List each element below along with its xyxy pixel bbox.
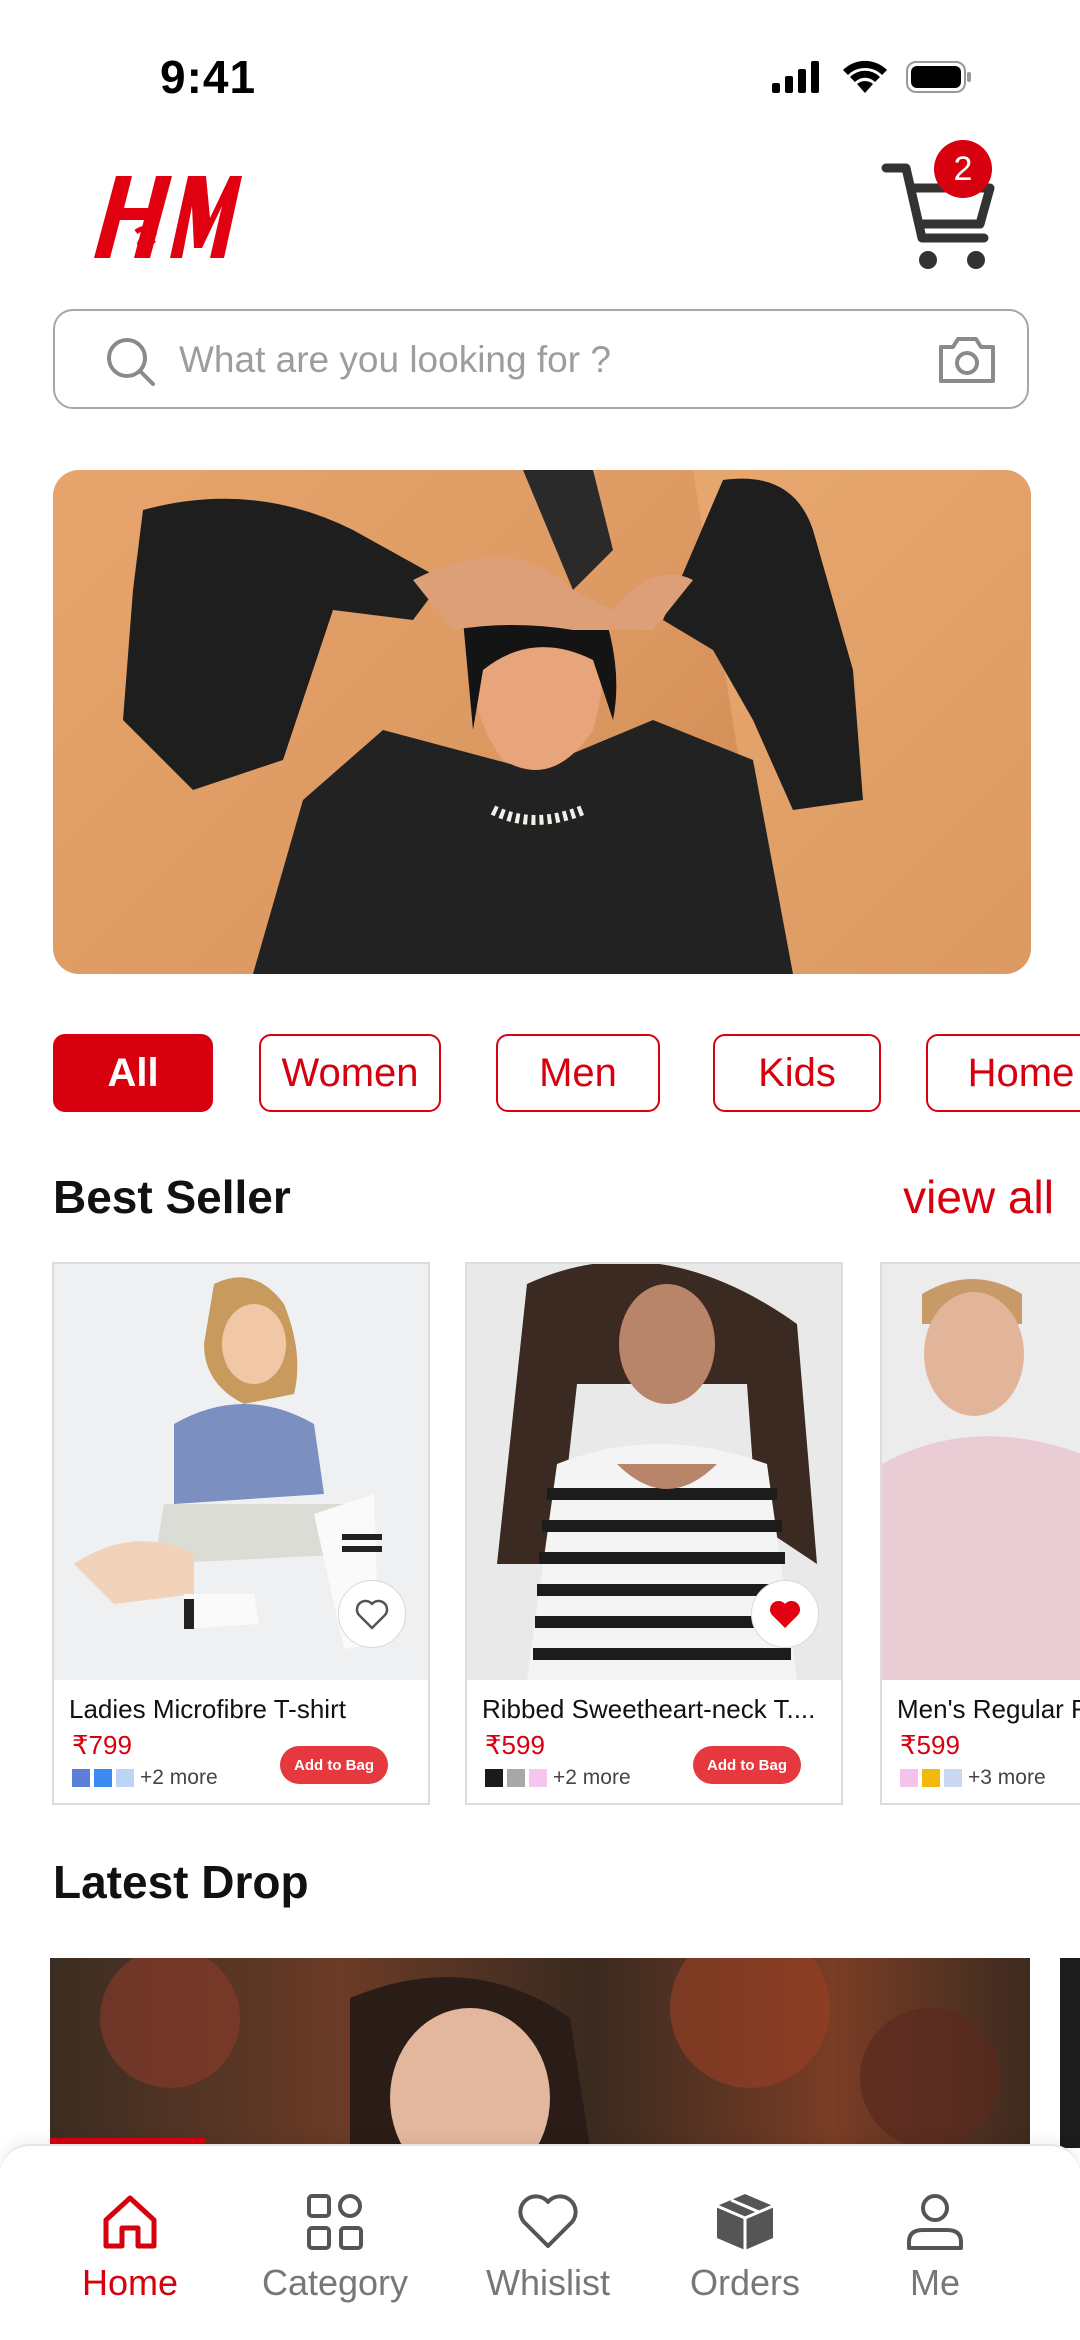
nav-orders[interactable]: Orders xyxy=(655,2190,835,2304)
color-swatches: +2 more xyxy=(72,1766,218,1790)
swatch xyxy=(72,1769,90,1787)
nav-label: Me xyxy=(909,2262,960,2303)
search-bar[interactable] xyxy=(53,309,1029,409)
add-to-bag-button[interactable]: Add to Bag xyxy=(280,1746,388,1784)
grid-icon xyxy=(307,2194,363,2250)
swatch xyxy=(94,1769,112,1787)
wishlist-button[interactable] xyxy=(751,1580,819,1648)
product-price: ₹799 xyxy=(72,1730,132,1760)
status-icons xyxy=(772,60,972,94)
heart-filled-icon xyxy=(769,1600,801,1628)
nav-wishlist[interactable]: Whislist xyxy=(458,2190,638,2304)
product-image xyxy=(882,1264,1080,1680)
view-all-link[interactable]: view all xyxy=(903,1170,1054,1224)
product-price: ₹599 xyxy=(485,1730,545,1760)
latest-drop-image xyxy=(100,1958,1000,2148)
battery-icon xyxy=(906,61,971,93)
status-bar: 9:41 xyxy=(0,0,1080,140)
status-time: 9:41 xyxy=(160,51,257,103)
product-price: ₹599 xyxy=(900,1730,960,1760)
best-seller-title: Best Seller xyxy=(53,1171,291,1223)
color-swatches: +3 more xyxy=(900,1766,1046,1790)
cart-count-badge: 2 xyxy=(934,140,992,198)
user-icon xyxy=(907,2194,963,2250)
swatch xyxy=(116,1769,134,1787)
wishlist-button[interactable] xyxy=(338,1580,406,1648)
nav-label: Whislist xyxy=(486,2262,610,2303)
hero-image xyxy=(123,470,1031,974)
nav-home[interactable]: Home xyxy=(40,2190,220,2304)
more-colors: +3 more xyxy=(968,1766,1046,1789)
chip-all[interactable]: All xyxy=(53,1034,213,1112)
product-card[interactable]: Ribbed Sweetheart-neck T.... ₹599 +2 mor… xyxy=(465,1262,843,1805)
swatch xyxy=(944,1769,962,1787)
next-banner-peek xyxy=(1060,1958,1080,2148)
swatch xyxy=(507,1769,525,1787)
nav-category[interactable]: Category xyxy=(245,2190,425,2304)
chip-men[interactable]: Men xyxy=(496,1034,660,1112)
swatch xyxy=(529,1769,547,1787)
nav-label: Category xyxy=(261,2262,409,2303)
more-colors: +2 more xyxy=(553,1766,631,1789)
latest-drop-banner[interactable] xyxy=(50,1958,1030,2148)
swatch xyxy=(485,1769,503,1787)
product-card[interactable]: Men's Regular F ₹599 +3 more xyxy=(880,1262,1080,1805)
signal-icon xyxy=(772,61,819,93)
product-name: Men's Regular F xyxy=(897,1694,1080,1724)
nav-label: Orders xyxy=(689,2262,801,2303)
product-name: Ladies Microfibre T-shirt xyxy=(69,1694,346,1724)
hero-banner[interactable] xyxy=(53,470,1031,974)
hm-logo[interactable] xyxy=(84,158,244,270)
chip-home[interactable]: Home xyxy=(926,1034,1080,1112)
search-icon xyxy=(107,338,155,386)
search-input[interactable] xyxy=(179,331,839,389)
chip-kids[interactable]: Kids xyxy=(713,1034,881,1112)
wifi-icon xyxy=(843,60,887,93)
bottom-nav: Home Category Whislist Orders Me xyxy=(0,2144,1080,2340)
add-to-bag-button[interactable]: Add to Bag xyxy=(693,1746,801,1784)
heart-outline-icon xyxy=(355,1599,389,1630)
product-card[interactable]: Ladies Microfibre T-shirt ₹799 +2 more A… xyxy=(52,1262,430,1805)
swatch xyxy=(922,1769,940,1787)
category-chips: All Women Men Kids Home xyxy=(53,1034,1080,1114)
box-icon xyxy=(716,2194,774,2250)
color-swatches: +2 more xyxy=(485,1766,631,1790)
more-colors: +2 more xyxy=(140,1766,218,1789)
product-name: Ribbed Sweetheart-neck T.... xyxy=(482,1694,816,1724)
heart-icon xyxy=(518,2194,578,2248)
camera-icon[interactable] xyxy=(937,333,997,385)
chip-women[interactable]: Women xyxy=(259,1034,441,1112)
nav-label: Home xyxy=(81,2262,179,2303)
home-icon xyxy=(103,2195,157,2249)
swatch xyxy=(900,1769,918,1787)
nav-me[interactable]: Me xyxy=(845,2190,1025,2304)
latest-drop-title: Latest Drop xyxy=(53,1856,309,1908)
best-seller-carousel: Ladies Microfibre T-shirt ₹799 +2 more A… xyxy=(0,1262,1080,1807)
